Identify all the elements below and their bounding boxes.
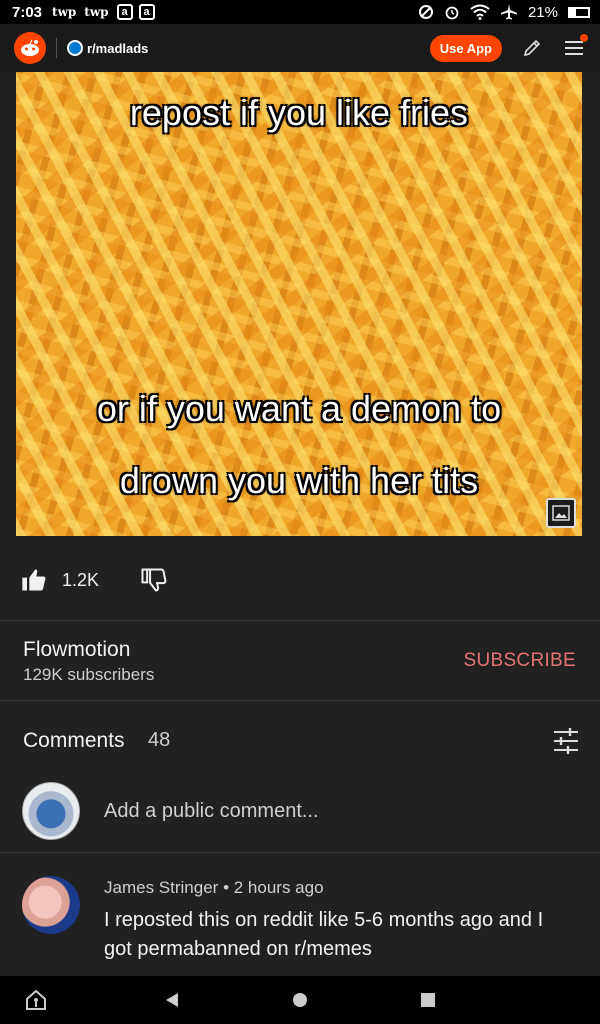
section-divider [0, 620, 600, 621]
comment-meta: James Stringer • 2 hours ago [104, 878, 324, 898]
battery-icon [568, 6, 590, 18]
status-time: 7:03 [12, 3, 43, 21]
app-notification-icon: a [116, 4, 133, 20]
use-app-button[interactable]: Use App [429, 34, 502, 62]
meme-caption-middle: or if you want a demon to [96, 388, 502, 429]
meta-separator: • [223, 878, 234, 897]
section-divider [0, 852, 600, 853]
recents-icon[interactable] [416, 988, 440, 1012]
image-icon [546, 498, 576, 528]
comment-author[interactable]: James Stringer [104, 878, 218, 897]
dnd-icon [418, 5, 433, 19]
comment-time: 2 hours ago [233, 878, 324, 897]
comments-title: Comments [23, 729, 125, 752]
battery-percent: 21% [527, 3, 558, 21]
section-divider [0, 700, 600, 701]
comments-count: 48 [148, 729, 171, 751]
user-avatar [22, 782, 80, 840]
alarm-icon [445, 6, 459, 20]
system-nav-bar [0, 976, 600, 1024]
dislike-icon[interactable] [139, 566, 167, 594]
airplane-mode-icon [500, 4, 517, 20]
app-notification-icon: a [138, 4, 155, 20]
notification-icon: twp [52, 5, 77, 19]
subreddit-icon[interactable] [67, 40, 83, 56]
edit-icon[interactable] [520, 36, 544, 60]
like-icon[interactable] [20, 566, 48, 594]
home-icon[interactable] [288, 988, 312, 1012]
comment-text: I reposted this on reddit like 5-6 month… [104, 909, 544, 960]
reddit-header: r/madlads Use App [0, 24, 600, 72]
meme-caption-top: repost if you like fries [129, 92, 469, 133]
header-divider [56, 38, 57, 58]
like-count: 1.2K [62, 569, 100, 590]
sort-filter-icon[interactable] [552, 728, 580, 754]
wifi-icon [470, 4, 490, 20]
reddit-logo-icon[interactable] [14, 32, 46, 64]
notification-icon: twp [84, 5, 109, 19]
subreddit-name[interactable]: r/madlads [87, 41, 148, 56]
channel-name[interactable]: Flowmotion [23, 638, 130, 662]
post-image[interactable]: repost if you like fries or if you want … [16, 72, 582, 536]
notification-dot [580, 34, 588, 42]
status-bar: 7:03 twp twp a a 21% [0, 0, 600, 24]
commenter-avatar[interactable] [22, 876, 80, 934]
menu-icon[interactable] [562, 34, 588, 60]
back-icon[interactable] [160, 988, 184, 1012]
post-actions: 1.2K [0, 555, 600, 605]
add-comment-input[interactable]: Add a public comment... [104, 800, 319, 823]
subscribe-button[interactable]: SUBSCRIBE [463, 650, 576, 672]
channel-subscriber-count: 129K subscribers [23, 665, 155, 684]
meme-caption-bottom: drown you with her tits [119, 460, 479, 501]
accessibility-icon[interactable] [24, 988, 48, 1012]
